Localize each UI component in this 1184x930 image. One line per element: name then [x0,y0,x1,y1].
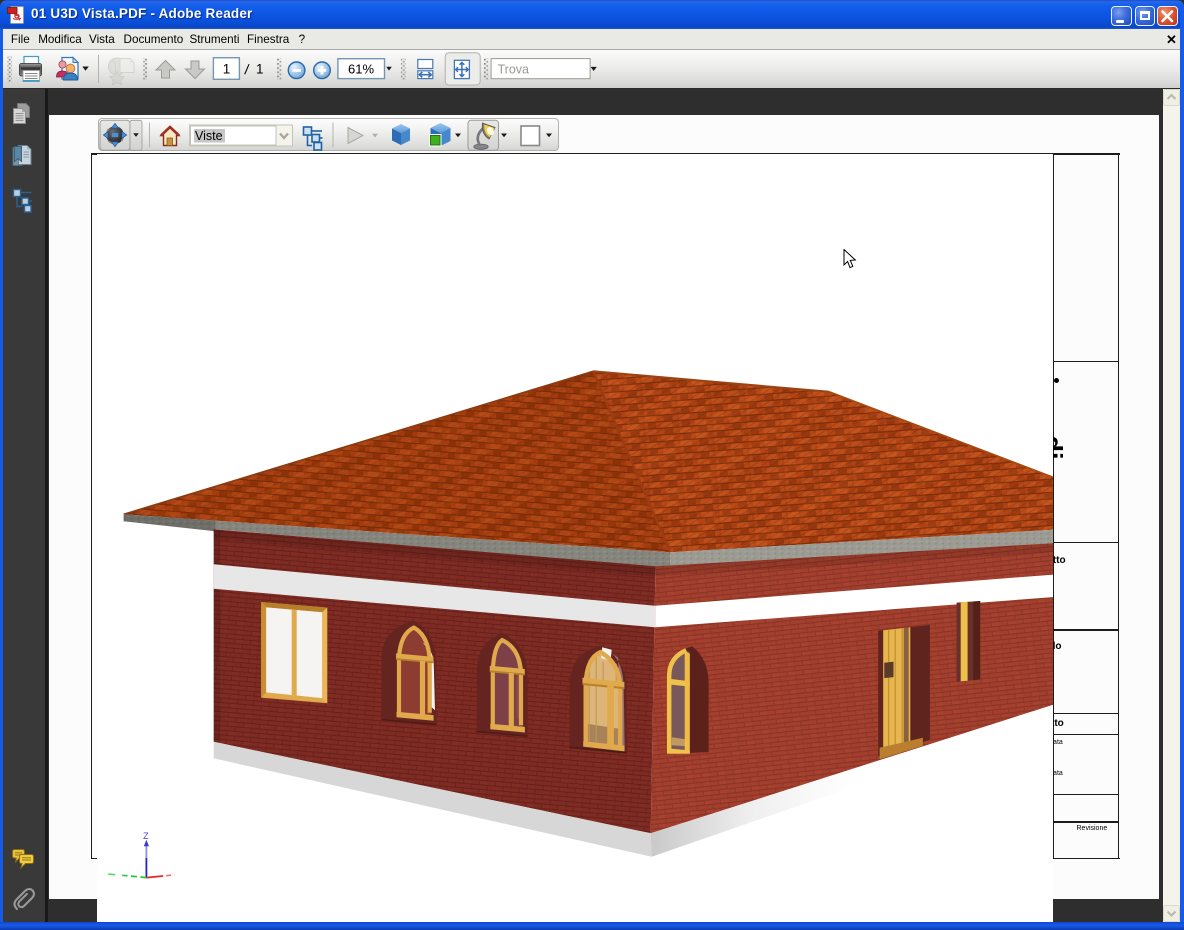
svg-text:1: 1 [223,62,231,77]
svg-text:Viste: Viste [195,129,223,143]
svg-text:61%: 61% [348,61,374,76]
svg-text:1: 1 [256,62,264,77]
svg-text:Trova: Trova [498,63,530,77]
svg-text:/: / [244,62,251,79]
svg-text:Z: Z [143,831,149,841]
